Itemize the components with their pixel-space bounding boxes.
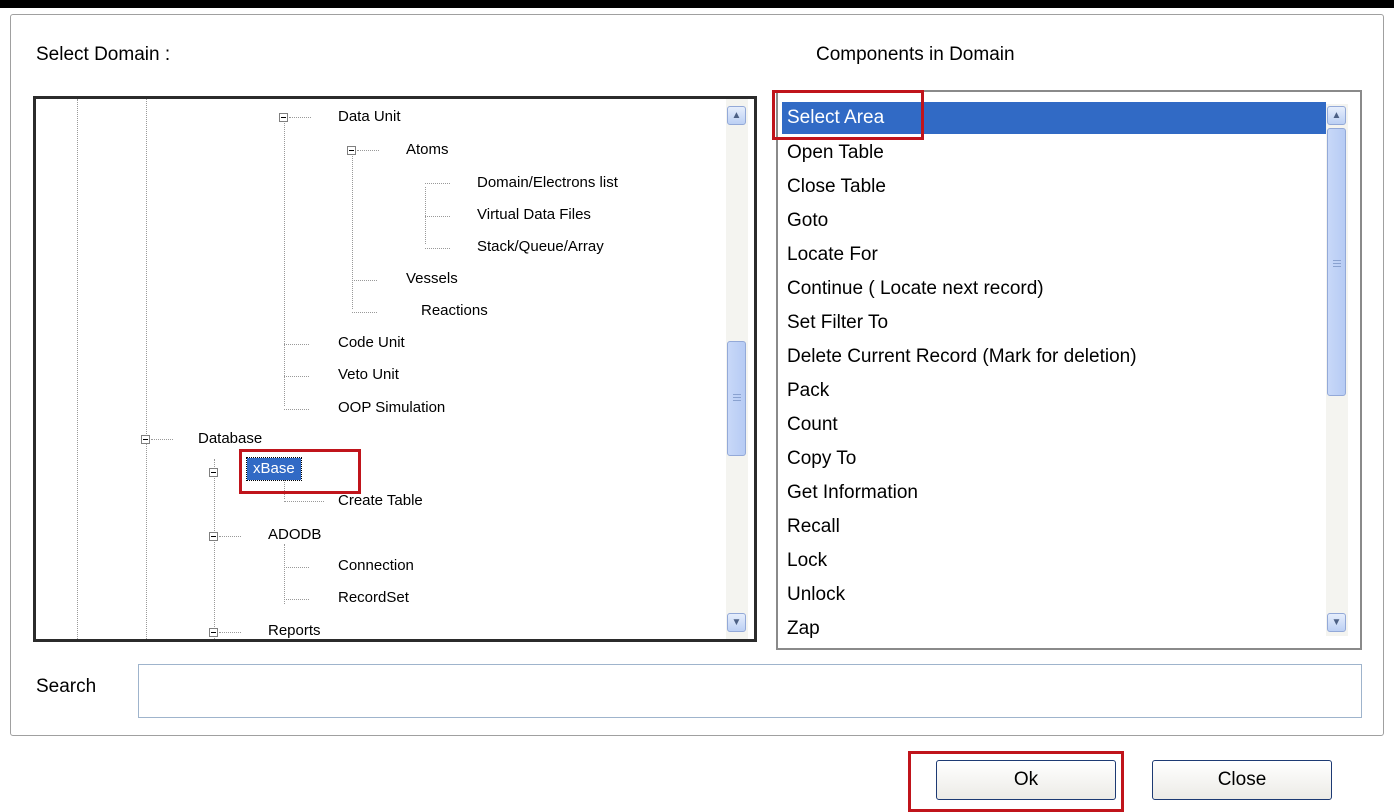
components-scrollbar[interactable]: ▲ ▼: [1326, 104, 1348, 636]
list-item-continue[interactable]: Continue ( Locate next record): [782, 273, 1044, 305]
close-button[interactable]: Close: [1152, 760, 1332, 800]
tree-connector: [284, 599, 309, 600]
tree-node-data-unit[interactable]: Data Unit: [338, 108, 401, 126]
tree-node-oop-simulation[interactable]: OOP Simulation: [338, 399, 445, 417]
tree-connector: [425, 216, 450, 217]
chevron-up-icon[interactable]: ▲: [727, 106, 746, 125]
tree-node-reactions[interactable]: Reactions: [421, 302, 488, 320]
tree-connector: [357, 150, 379, 151]
tree-guide-line: [284, 121, 285, 406]
chevron-down-icon[interactable]: ▼: [727, 613, 746, 632]
tree-guide-line: [77, 99, 78, 639]
tree-guide-line: [146, 99, 147, 434]
list-item-pack[interactable]: Pack: [782, 375, 829, 407]
minus-box-icon[interactable]: [347, 146, 356, 155]
components-scroll-thumb[interactable]: [1327, 128, 1346, 396]
tree-connector: [284, 376, 309, 377]
tree-connector: [284, 409, 309, 410]
tree-connector: [284, 567, 309, 568]
minus-box-icon[interactable]: [209, 628, 218, 637]
tree-node-virtual-data-files[interactable]: Virtual Data Files: [477, 206, 591, 224]
tree-connector: [284, 501, 324, 502]
tree-node-xbase[interactable]: xBase: [246, 457, 302, 481]
tree-node-connection[interactable]: Connection: [338, 557, 414, 575]
minus-box-icon[interactable]: [209, 532, 218, 541]
list-item-count[interactable]: Count: [782, 409, 838, 441]
tree-connector: [219, 536, 241, 537]
tree-node-adodb[interactable]: ADODB: [268, 526, 321, 544]
tree-connector: [425, 248, 450, 249]
tree-node-create-table[interactable]: Create Table: [338, 492, 423, 510]
tree-connector: [151, 439, 173, 440]
list-item-goto[interactable]: Goto: [782, 205, 828, 237]
tree-connector: [289, 117, 311, 118]
list-item-copy-to[interactable]: Copy To: [782, 443, 856, 475]
tree-guide-line: [352, 154, 353, 309]
list-item-locate-for[interactable]: Locate For: [782, 239, 878, 271]
ok-button[interactable]: Ok: [936, 760, 1116, 800]
list-item-recall[interactable]: Recall: [782, 511, 840, 543]
tree-guide-line: [146, 439, 147, 639]
list-item-close-table[interactable]: Close Table: [782, 171, 886, 203]
list-item-select-area[interactable]: Select Area: [782, 102, 1326, 134]
tree-guide-line: [284, 544, 285, 604]
list-item-set-filter-to[interactable]: Set Filter To: [782, 307, 888, 339]
minus-box-icon[interactable]: [279, 113, 288, 122]
tree-guide-line: [214, 459, 215, 639]
tree-node-database[interactable]: Database: [198, 430, 262, 448]
minus-box-icon[interactable]: [141, 435, 150, 444]
search-input[interactable]: [138, 664, 1362, 718]
list-item-lock[interactable]: Lock: [782, 545, 827, 577]
chevron-up-icon[interactable]: ▲: [1327, 106, 1346, 125]
tree-node-atoms[interactable]: Atoms: [406, 141, 449, 159]
tree-scroll-thumb[interactable]: [727, 341, 746, 456]
list-item-zap[interactable]: Zap: [782, 613, 820, 645]
tree-scrollbar[interactable]: ▲ ▼: [726, 99, 748, 639]
list-item-delete-current-record[interactable]: Delete Current Record (Mark for deletion…: [782, 341, 1137, 373]
select-domain-label: Select Domain :: [36, 44, 171, 65]
tree-connector: [284, 344, 309, 345]
domain-tree[interactable]: Data Unit Atoms Domain/Electrons list Vi…: [33, 96, 757, 642]
minus-box-icon[interactable]: [209, 468, 218, 477]
components-in-domain-label: Components in Domain: [816, 44, 1015, 65]
tree-connector: [219, 632, 241, 633]
tree-node-code-unit[interactable]: Code Unit: [338, 334, 405, 352]
list-item-unlock[interactable]: Unlock: [782, 579, 845, 611]
components-list[interactable]: Select Area Open Table Close Table Goto …: [776, 90, 1362, 650]
tree-connector: [425, 183, 450, 184]
chevron-down-icon[interactable]: ▼: [1327, 613, 1346, 632]
list-item-get-information[interactable]: Get Information: [782, 477, 918, 509]
tree-connector: [352, 312, 377, 313]
tree-connector: [352, 280, 377, 281]
tree-node-veto-unit[interactable]: Veto Unit: [338, 366, 399, 384]
search-label: Search: [36, 676, 97, 697]
tree-node-reports[interactable]: Reports: [268, 622, 321, 639]
tree-node-domain-electrons-list[interactable]: Domain/Electrons list: [477, 174, 618, 192]
list-item-open-table[interactable]: Open Table: [782, 137, 884, 169]
tree-node-recordset[interactable]: RecordSet: [338, 589, 409, 607]
tree-node-vessels[interactable]: Vessels: [406, 270, 458, 288]
window-top-border: [0, 0, 1394, 8]
tree-node-stack-queue-array[interactable]: Stack/Queue/Array: [477, 238, 604, 256]
